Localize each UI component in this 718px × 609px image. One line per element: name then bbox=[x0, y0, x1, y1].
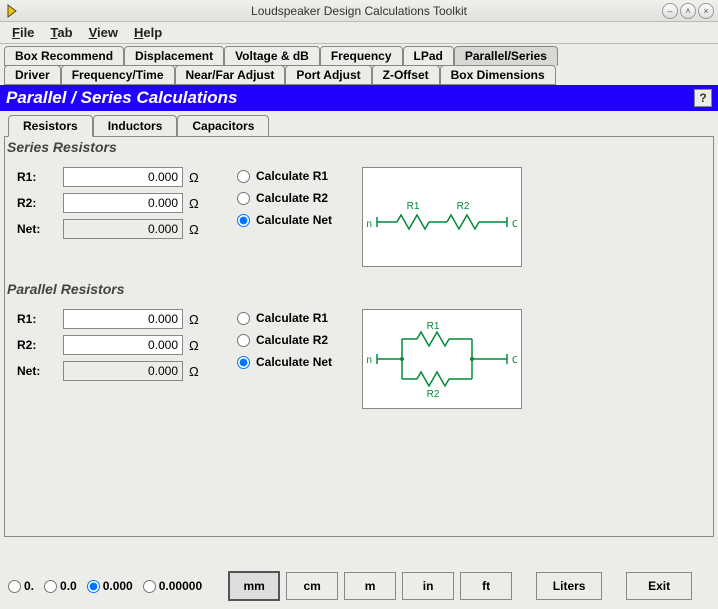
unit-ft-button[interactable]: ft bbox=[460, 572, 512, 600]
precision-5[interactable]: 0.00000 bbox=[143, 579, 202, 593]
tab-voltage-db[interactable]: Voltage & dB bbox=[224, 46, 320, 66]
diagram-r2-label: R2 bbox=[457, 201, 470, 212]
parallel-calc-r1-radio[interactable]: Calculate R1 bbox=[237, 311, 332, 325]
series-circuit-diagram: In Out R1 R2 bbox=[362, 167, 522, 267]
parallel-r1-input[interactable] bbox=[63, 309, 183, 329]
precision-0[interactable]: 0. bbox=[8, 579, 34, 593]
parallel-net-output bbox=[63, 361, 183, 381]
tab-parallel-series[interactable]: Parallel/Series bbox=[454, 46, 558, 66]
tab-box-dimensions[interactable]: Box Dimensions bbox=[440, 65, 556, 85]
ohm-unit: Ω bbox=[189, 364, 207, 379]
tab-near-far-adjust[interactable]: Near/Far Adjust bbox=[175, 65, 286, 85]
diagram-in-label: In bbox=[367, 219, 372, 230]
ohm-unit: Ω bbox=[189, 312, 207, 327]
tab-box-recommend[interactable]: Box Recommend bbox=[4, 46, 124, 66]
parallel-net-label: Net: bbox=[17, 364, 57, 378]
panel-title: Parallel / Series Calculations bbox=[6, 88, 238, 108]
parallel-fields: R1: Ω R2: Ω Net: Ω bbox=[17, 309, 207, 381]
unit-in-button[interactable]: in bbox=[402, 572, 454, 600]
tab-z-offset[interactable]: Z-Offset bbox=[372, 65, 440, 85]
menu-view[interactable]: View bbox=[81, 23, 126, 42]
parallel-r2-input[interactable] bbox=[63, 335, 183, 355]
parallel-calc-r2-radio[interactable]: Calculate R2 bbox=[237, 333, 332, 347]
parallel-r2-label: R2: bbox=[17, 338, 57, 352]
tab-port-adjust[interactable]: Port Adjust bbox=[285, 65, 371, 85]
tab-row-2: Driver Frequency/Time Near/Far Adjust Po… bbox=[0, 65, 718, 85]
ohm-unit: Ω bbox=[189, 196, 207, 211]
help-button[interactable]: ? bbox=[694, 89, 712, 107]
subtab-capacitors[interactable]: Capacitors bbox=[177, 115, 269, 137]
parallel-section: R1: Ω R2: Ω Net: Ω Calculate R1 Calculat… bbox=[5, 303, 713, 421]
tab-row-1: Box Recommend Displacement Voltage & dB … bbox=[0, 46, 718, 66]
app-icon bbox=[4, 3, 20, 19]
subtab-row: Resistors Inductors Capacitors bbox=[4, 113, 714, 137]
content-area: Series Resistors R1: Ω R2: Ω Net: Ω Calc… bbox=[4, 137, 714, 537]
series-fields: R1: Ω R2: Ω Net: Ω bbox=[17, 167, 207, 239]
parallel-r1-label: R1: bbox=[17, 312, 57, 326]
tab-displacement[interactable]: Displacement bbox=[124, 46, 224, 66]
series-net-output bbox=[63, 219, 183, 239]
tab-lpad[interactable]: LPad bbox=[403, 46, 454, 66]
series-calc-r2-radio[interactable]: Calculate R2 bbox=[237, 191, 332, 205]
menubar: File Tab View Help bbox=[0, 22, 718, 44]
close-button[interactable]: × bbox=[698, 3, 714, 19]
maximize-button[interactable]: ˄ bbox=[680, 3, 696, 19]
panel-title-bar: Parallel / Series Calculations ? bbox=[0, 85, 718, 111]
series-header: Series Resistors bbox=[5, 137, 713, 161]
parallel-calc-net-radio[interactable]: Calculate Net bbox=[237, 355, 332, 369]
precision-1[interactable]: 0.0 bbox=[44, 579, 77, 593]
diagram-out-label: Out bbox=[512, 355, 517, 366]
ohm-unit: Ω bbox=[189, 170, 207, 185]
parallel-circuit-diagram: In Out R1 R2 bbox=[362, 309, 522, 409]
precision-3[interactable]: 0.000 bbox=[87, 579, 133, 593]
series-radios: Calculate R1 Calculate R2 Calculate Net bbox=[237, 167, 332, 227]
ohm-unit: Ω bbox=[189, 338, 207, 353]
series-calc-r1-radio[interactable]: Calculate R1 bbox=[237, 169, 332, 183]
precision-group: 0. 0.0 0.000 0.00000 bbox=[8, 579, 202, 593]
series-calc-net-radio[interactable]: Calculate Net bbox=[237, 213, 332, 227]
parallel-header: Parallel Resistors bbox=[5, 279, 713, 303]
subtab-inductors[interactable]: Inductors bbox=[93, 115, 178, 137]
series-r2-input[interactable] bbox=[63, 193, 183, 213]
tab-frequency[interactable]: Frequency bbox=[320, 46, 403, 66]
diagram-out-label: Out bbox=[512, 219, 517, 230]
window-titlebar: Loudspeaker Design Calculations Toolkit … bbox=[0, 0, 718, 22]
unit-m-button[interactable]: m bbox=[344, 572, 396, 600]
window-title: Loudspeaker Design Calculations Toolkit bbox=[0, 4, 718, 18]
series-r1-input[interactable] bbox=[63, 167, 183, 187]
menu-file[interactable]: File bbox=[4, 23, 42, 42]
parallel-radios: Calculate R1 Calculate R2 Calculate Net bbox=[237, 309, 332, 369]
series-net-label: Net: bbox=[17, 222, 57, 236]
series-section: R1: Ω R2: Ω Net: Ω Calculate R1 Calculat… bbox=[5, 161, 713, 279]
series-r1-label: R1: bbox=[17, 170, 57, 184]
tab-driver[interactable]: Driver bbox=[4, 65, 61, 85]
window-controls: – ˄ × bbox=[662, 3, 718, 19]
diagram-r1-label: R1 bbox=[427, 321, 440, 332]
exit-button[interactable]: Exit bbox=[626, 572, 692, 600]
ohm-unit: Ω bbox=[189, 222, 207, 237]
diagram-in-label: In bbox=[367, 355, 372, 366]
subtab-resistors[interactable]: Resistors bbox=[8, 115, 93, 137]
series-r2-label: R2: bbox=[17, 196, 57, 210]
unit-mm-button[interactable]: mm bbox=[228, 571, 280, 601]
bottom-bar: 0. 0.0 0.000 0.00000 mm cm m in ft Liter… bbox=[8, 571, 710, 601]
menu-tab[interactable]: Tab bbox=[42, 23, 80, 42]
diagram-r2-label: R2 bbox=[427, 389, 440, 399]
menu-help[interactable]: Help bbox=[126, 23, 170, 42]
diagram-r1-label: R1 bbox=[407, 201, 420, 212]
unit-cm-button[interactable]: cm bbox=[286, 572, 338, 600]
liters-button[interactable]: Liters bbox=[536, 572, 602, 600]
minimize-button[interactable]: – bbox=[662, 3, 678, 19]
tab-frequency-time[interactable]: Frequency/Time bbox=[61, 65, 175, 85]
